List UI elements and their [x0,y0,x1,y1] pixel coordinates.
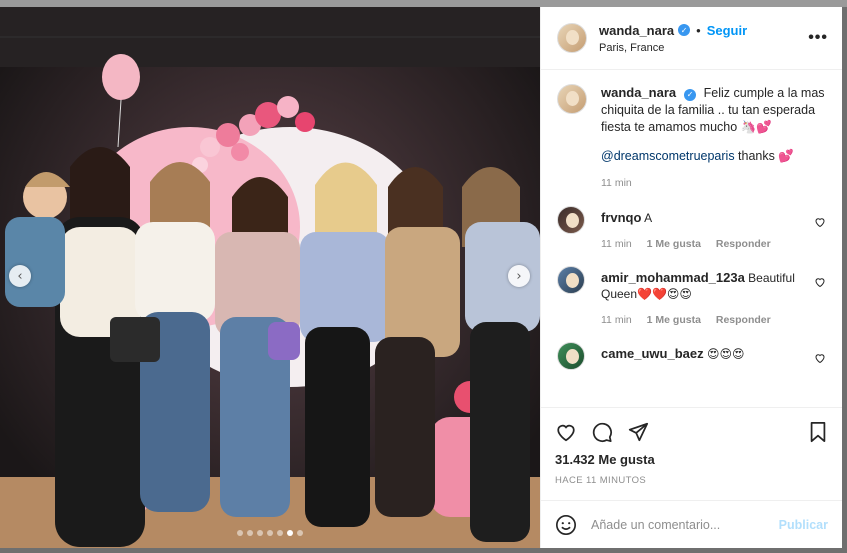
carousel-prev-button[interactable]: ‹ [9,265,31,287]
caption-avatar[interactable] [557,84,587,114]
comment-text: A [644,211,653,225]
caption-mention-suffix: thanks 💕 [734,149,794,163]
person-6 [462,167,540,542]
comment-likes[interactable]: 1 Me gusta [647,314,701,326]
comment-username[interactable]: came_uwu_baez [601,346,704,361]
add-comment-bar: Publicar [541,500,842,548]
carousel-dot [257,530,263,536]
carousel-dot [297,530,303,536]
comment-bubble-icon[interactable] [591,421,613,443]
emoji-smiley-icon[interactable] [555,514,577,536]
like-comment-heart-icon[interactable] [814,352,826,364]
publish-button[interactable]: Publicar [779,518,828,532]
carousel-dots [0,530,540,536]
follow-button[interactable]: Seguir [707,23,747,38]
comment-username[interactable]: frvnqo [601,210,641,225]
save-bookmark-icon[interactable] [808,421,828,443]
post-actions: 31.432 Me gusta HACE 11 MINUTOS [541,407,842,486]
screenshot-frame: ‹ › wanda_nara ✓ • Seguir Paris, France … [0,0,847,553]
carousel-dot [247,530,253,536]
comment-avatar[interactable] [557,342,585,370]
comment-username[interactable]: amir_mohammad_123a [601,270,745,285]
reply-button[interactable]: Responder [716,314,771,326]
post-header: wanda_nara ✓ • Seguir Paris, France ••• [541,7,842,70]
caption-time[interactable]: 11 min [601,177,632,189]
comment-item: amir_mohammad_123a Beautiful Queen❤️❤️😍😍… [557,266,826,328]
post-location[interactable]: Paris, France [599,42,808,54]
post-sidebar: wanda_nara ✓ • Seguir Paris, France ••• … [540,7,842,548]
comment-likes[interactable]: 1 Me gusta [647,238,701,250]
comment-avatar[interactable] [557,266,585,294]
verified-badge-icon: ✓ [678,24,691,36]
share-plane-icon[interactable] [627,421,649,443]
top-strip [0,0,847,7]
verified-badge-icon: ✓ [684,88,697,101]
caption-mention-link[interactable]: @dreamscometrueparis [601,149,735,163]
caption-username[interactable]: wanda_nara [601,85,676,100]
header-separator: • [696,22,701,38]
comment-time[interactable]: 11 min [601,238,632,250]
carousel-dot [277,530,283,536]
like-comment-heart-icon[interactable] [814,216,826,228]
carousel-dot [237,530,243,536]
post-dialog: ‹ › wanda_nara ✓ • Seguir Paris, France … [0,7,842,548]
carousel-dot [287,530,293,536]
carousel-dot [267,530,273,536]
comments-list: wanda_nara ✓ Feliz cumple a la mas chiqui… [541,70,842,394]
comment-input[interactable] [591,517,779,532]
post-photo: ‹ › [0,7,540,548]
post-timestamp[interactable]: HACE 11 MINUTOS [555,475,828,486]
like-comment-heart-icon[interactable] [814,276,826,288]
comment-item: frvnqo A 11 min 1 Me gusta Responder [557,206,826,252]
likes-count[interactable]: 31.432 Me gusta [555,452,828,467]
comment-text: 😍😍😍 [706,347,745,361]
comment-item: came_uwu_baez 😍😍😍 [557,342,826,370]
author-username[interactable]: wanda_nara [599,23,674,38]
comment-time[interactable]: 11 min [601,314,632,326]
like-heart-icon[interactable] [555,421,577,443]
party-photo-illustration [0,7,540,548]
caption: wanda_nara ✓ Feliz cumple a la mas chiqui… [557,84,826,192]
reply-button[interactable]: Responder [716,238,771,250]
author-avatar[interactable] [557,23,587,53]
comment-avatar[interactable] [557,206,585,234]
carousel-next-button[interactable]: › [508,265,530,287]
more-options-icon[interactable]: ••• [808,29,828,47]
